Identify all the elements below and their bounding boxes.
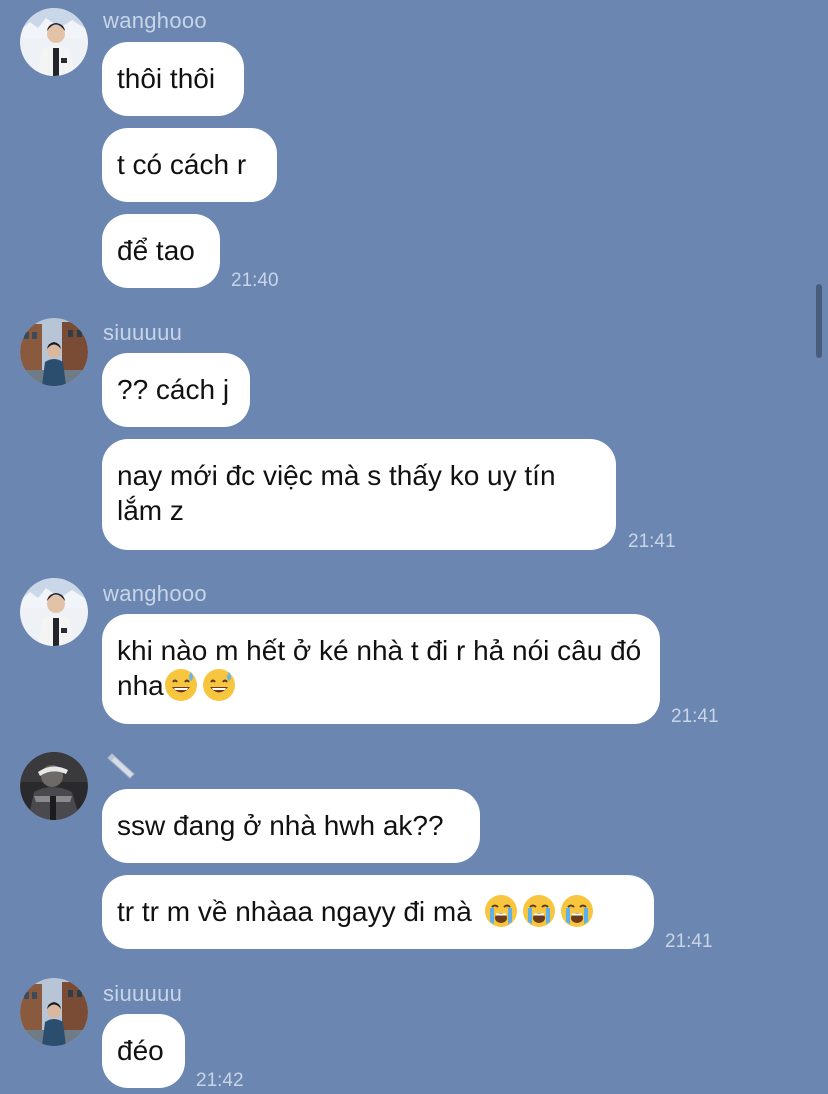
sender-name: siuuuuu [103, 320, 183, 345]
message-bubble[interactable]: đéo [102, 1014, 185, 1088]
message-time: 21:41 [628, 531, 676, 552]
message-bubble[interactable]: ssw đang ở nhà hwh ak?? [102, 789, 480, 863]
avatar-siuuuuu[interactable] [20, 318, 88, 386]
message-time: 21:41 [665, 931, 713, 952]
message-bubble[interactable]: ?? cách j [102, 353, 250, 427]
message-time: 21:41 [671, 706, 719, 727]
sender-name: siuuuuu [103, 981, 183, 1006]
message-bubble[interactable]: thôi thôi [102, 42, 244, 116]
message-time: 21:42 [196, 1070, 244, 1091]
message-text: tr tr m về nhàaa ngayy đi mà [117, 896, 472, 927]
message-bubble[interactable]: để tao [102, 214, 220, 288]
avatar-siuuuuu[interactable] [20, 978, 88, 1046]
sweat-smile-emoji [202, 668, 236, 702]
avatar-wanghooo[interactable] [20, 578, 88, 646]
message-bubble[interactable]: tr tr m về nhàaa ngayy đi mà [102, 875, 654, 949]
crying-face-emoji [560, 894, 594, 928]
sweat-smile-emoji [164, 668, 198, 702]
scrollbar[interactable] [816, 284, 822, 358]
message-time: 21:40 [231, 270, 279, 291]
avatar-dark-figure[interactable] [20, 752, 88, 820]
chat-window: wanghooo thôi thôi t có cách r để tao 21… [0, 0, 828, 1094]
crying-face-emoji [484, 894, 518, 928]
message-bubble[interactable]: t có cách r [102, 128, 277, 202]
sender-name: wanghooo [103, 581, 207, 606]
crying-face-emoji [522, 894, 556, 928]
message-bubble[interactable]: khi nào m hết ở ké nhà t đi r hả nói câu… [102, 614, 660, 724]
avatar-wanghooo[interactable] [20, 8, 88, 76]
pencil-icon [107, 753, 135, 779]
message-bubble[interactable]: nay mới đc việc mà s thấy ko uy tín lắm … [102, 439, 616, 550]
sender-name: wanghooo [103, 8, 207, 33]
